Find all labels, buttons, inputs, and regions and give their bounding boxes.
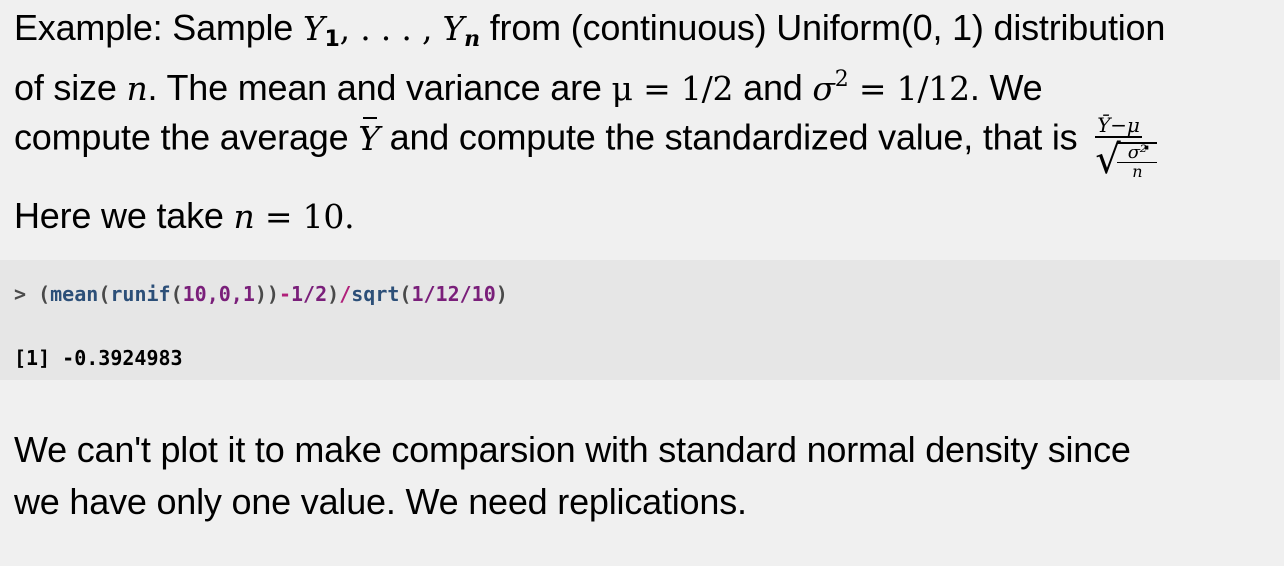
text-segment: Example: Sample bbox=[14, 7, 303, 48]
code-token: ) bbox=[327, 282, 340, 306]
code-token: ( bbox=[399, 282, 412, 306]
sample-size-line: Here we take n = 10. bbox=[14, 190, 1264, 242]
code-token: ( bbox=[170, 282, 183, 306]
code-output-line: [1] -0.3924983 bbox=[14, 346, 183, 370]
text-segment: . We bbox=[969, 67, 1043, 108]
code-op: / bbox=[339, 282, 352, 306]
code-token: ( bbox=[98, 282, 111, 306]
code-input-line: > (mean(runif(10,0,1))-1/2)/sqrt(1/12/10… bbox=[14, 282, 508, 306]
text-segment: . The mean and variance are bbox=[147, 67, 612, 108]
code-num: 1/12/10 bbox=[411, 282, 496, 306]
math-dots: , . . . , bbox=[339, 9, 443, 48]
sqrt-numerator: σ² bbox=[1117, 144, 1158, 163]
code-fn-sqrt: sqrt bbox=[351, 282, 400, 306]
math-sub-n: n bbox=[464, 26, 480, 52]
conclusion-paragraph: We can't plot it to make comparsion with… bbox=[14, 424, 1264, 528]
text-segment: and compute the standardized value, that… bbox=[379, 116, 1088, 158]
math-variance: = 1/12 bbox=[848, 69, 970, 108]
code-block bbox=[0, 260, 1280, 380]
code-fn-mean: mean bbox=[50, 282, 99, 306]
text-segment: Here we take bbox=[14, 195, 234, 236]
intro-paragraph: Example: Sample Y1, . . . , Yn from (con… bbox=[14, 2, 1264, 182]
conclusion-line-2: we have only one value. We need replicat… bbox=[14, 481, 747, 522]
text-segment: from (continuous) Uniform(0, 1) distribu… bbox=[479, 7, 1166, 48]
code-op: - bbox=[278, 282, 292, 306]
text-segment: and bbox=[733, 67, 813, 108]
code-token: )) bbox=[254, 282, 279, 306]
math-mu: μ = 1/2 bbox=[611, 69, 734, 108]
math-n-value: = 10. bbox=[254, 197, 355, 236]
math-sigma: σ bbox=[812, 69, 835, 108]
math-ybar: Y bbox=[358, 113, 380, 165]
text-segment: compute the average bbox=[14, 116, 359, 158]
math-y: Y bbox=[302, 9, 325, 48]
math-n: n bbox=[233, 197, 255, 236]
math-y-n: Y bbox=[442, 9, 465, 48]
conclusion-line-1: We can't plot it to make comparsion with… bbox=[14, 429, 1131, 470]
math-n: n bbox=[126, 69, 148, 108]
intro-line-3: compute the average Y and compute the st… bbox=[14, 106, 1264, 182]
intro-line-2: of size n. The mean and variance are μ =… bbox=[14, 54, 1264, 108]
math-sub-1: 1 bbox=[324, 27, 340, 52]
code-num: 1/2 bbox=[291, 282, 328, 306]
sqrt-body: σ² n bbox=[1117, 142, 1158, 181]
code-args: 10,0,1 bbox=[182, 282, 255, 306]
standardized-fraction: Ȳ−μ √ σ² n bbox=[1095, 113, 1158, 182]
code-prompt: > bbox=[14, 282, 39, 306]
fraction-numerator: Ȳ−μ bbox=[1095, 113, 1142, 138]
math-sup-2: 2 bbox=[834, 67, 849, 92]
code-fn-runif: runif bbox=[110, 282, 171, 306]
code-token: ) bbox=[495, 282, 508, 306]
fraction-denominator: √ σ² n bbox=[1095, 138, 1158, 182]
sample-size-paragraph: Here we take n = 10. bbox=[14, 190, 1264, 242]
text-segment: of size bbox=[14, 67, 127, 108]
sqrt-denominator: n bbox=[1132, 162, 1143, 181]
intro-line-1: Example: Sample Y1, . . . , Yn from (con… bbox=[14, 2, 1264, 54]
code-token: ( bbox=[38, 282, 51, 306]
